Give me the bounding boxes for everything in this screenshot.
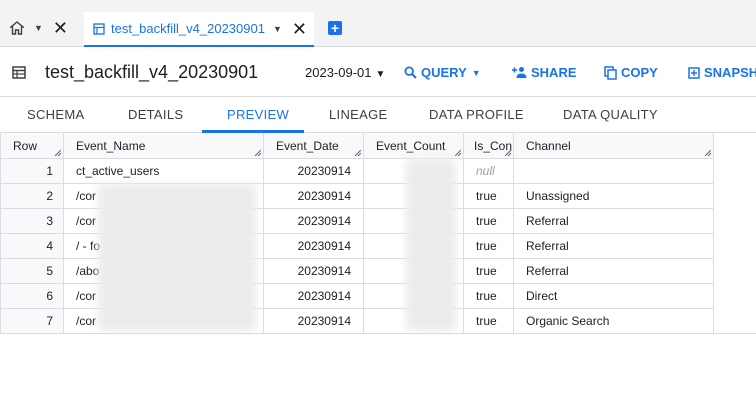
tab-strip: ▼ ✕ test_backfill_v4_20230901 ▼ ✕ +: [0, 0, 756, 47]
chevron-down-icon[interactable]: ▼: [34, 23, 43, 33]
caret-down-icon: ▼: [471, 67, 481, 78]
tab-table-preview[interactable]: test_backfill_v4_20230901 ▼ ✕: [84, 12, 314, 47]
resize-handle-icon[interactable]: [255, 150, 261, 156]
page-title: test_backfill_v4_20230901: [45, 62, 259, 82]
share-button[interactable]: SHARE: [511, 65, 577, 80]
copy-label: COPY: [621, 65, 658, 80]
channel-cell[interactable]: Referral: [514, 234, 714, 259]
resize-handle-icon[interactable]: [55, 150, 61, 156]
date-value: 2023-09-01: [305, 65, 372, 80]
event-date-cell[interactable]: 20230914: [264, 309, 364, 334]
row-number: 5: [0, 259, 64, 284]
snapshot-button[interactable]: SNAPSH: [688, 65, 756, 80]
row-number: 3: [0, 209, 64, 234]
column-header-event-date[interactable]: Event_Date: [264, 133, 364, 159]
row-number: 6: [0, 284, 64, 309]
snapshot-label: SNAPSH: [704, 65, 756, 80]
add-tab-icon[interactable]: +: [328, 21, 342, 35]
is-conversion-cell[interactable]: true: [464, 284, 514, 309]
query-button[interactable]: QUERY ▼: [404, 65, 481, 80]
event-date-cell[interactable]: 20230914: [264, 209, 364, 234]
tab-preview[interactable]: PREVIEW: [227, 97, 289, 133]
tab-data-quality[interactable]: DATA QUALITY: [563, 97, 658, 133]
resize-handle-icon[interactable]: [505, 150, 511, 156]
query-label: QUERY: [421, 65, 467, 80]
column-header-label: Event_Date: [276, 139, 339, 153]
is-conversion-cell[interactable]: true: [464, 259, 514, 284]
channel-cell[interactable]: Organic Search: [514, 309, 714, 334]
channel-cell[interactable]: Referral: [514, 209, 714, 234]
resize-handle-icon[interactable]: [355, 150, 361, 156]
subtab-bar: SCHEMA DETAILS PREVIEW LINEAGE DATA PROF…: [0, 97, 756, 133]
event-date-cell[interactable]: 20230914: [264, 159, 364, 184]
is-conversion-cell[interactable]: null: [464, 159, 514, 184]
row-number: 7: [0, 309, 64, 334]
column-header-is-conversion[interactable]: Is_Con: [464, 133, 514, 159]
tab-data-profile[interactable]: DATA PROFILE: [429, 97, 524, 133]
tab-lineage[interactable]: LINEAGE: [329, 97, 387, 133]
caret-down-icon: ▼: [375, 69, 386, 80]
is-conversion-cell[interactable]: true: [464, 209, 514, 234]
resize-handle-icon[interactable]: [455, 150, 461, 156]
column-header-event-name[interactable]: Event_Name: [64, 133, 264, 159]
column-header-event-count[interactable]: Event_Count: [364, 133, 464, 159]
divider: [0, 333, 756, 334]
home-tab[interactable]: ▼ ✕: [10, 14, 68, 42]
row-number: 4: [0, 234, 64, 259]
column-header-channel[interactable]: Channel: [514, 133, 714, 159]
event-date-cell[interactable]: 20230914: [264, 184, 364, 209]
channel-cell[interactable]: Direct: [514, 284, 714, 309]
search-icon: [404, 66, 417, 79]
share-label: SHARE: [531, 65, 577, 80]
tab-title: test_backfill_v4_20230901: [111, 21, 265, 36]
column-header-label: Event_Name: [76, 139, 146, 153]
is-conversion-cell[interactable]: true: [464, 234, 514, 259]
date-selector[interactable]: 2023-09-01 ▼: [305, 65, 385, 80]
row-number: 1: [0, 159, 64, 184]
event-date-cell[interactable]: 20230914: [264, 284, 364, 309]
event-date-cell[interactable]: 20230914: [264, 234, 364, 259]
copy-icon: [604, 65, 617, 80]
column-header-label: Event_Count: [376, 139, 446, 153]
tab-schema[interactable]: SCHEMA: [27, 97, 84, 133]
snapshot-icon: [688, 66, 700, 79]
row-number: 2: [0, 184, 64, 209]
table-icon: [93, 22, 105, 35]
resize-handle-icon[interactable]: [705, 150, 711, 156]
is-conversion-cell[interactable]: true: [464, 309, 514, 334]
event-name-cell[interactable]: ct_active_users: [64, 159, 264, 184]
table-header: test_backfill_v4_20230901 2023-09-01 ▼ QU…: [0, 47, 756, 97]
tab-details[interactable]: DETAILS: [128, 97, 183, 133]
close-icon[interactable]: ✕: [292, 20, 307, 38]
event-date-cell[interactable]: 20230914: [264, 259, 364, 284]
column-header-label: Row: [13, 139, 38, 153]
redaction-blur: [98, 184, 256, 331]
chevron-down-icon[interactable]: ▼: [273, 24, 282, 34]
redaction-blur: [406, 159, 456, 331]
person-add-icon: [512, 67, 527, 78]
column-header-row[interactable]: Row: [0, 133, 64, 159]
is-conversion-cell[interactable]: true: [464, 184, 514, 209]
channel-cell[interactable]: Unassigned: [514, 184, 714, 209]
channel-cell[interactable]: Referral: [514, 259, 714, 284]
home-icon: [10, 21, 24, 35]
copy-button[interactable]: COPY: [604, 65, 658, 80]
table-icon: [12, 66, 26, 79]
channel-cell[interactable]: [514, 159, 714, 184]
column-header-label: Channel: [526, 139, 571, 153]
close-icon[interactable]: ✕: [53, 19, 68, 37]
